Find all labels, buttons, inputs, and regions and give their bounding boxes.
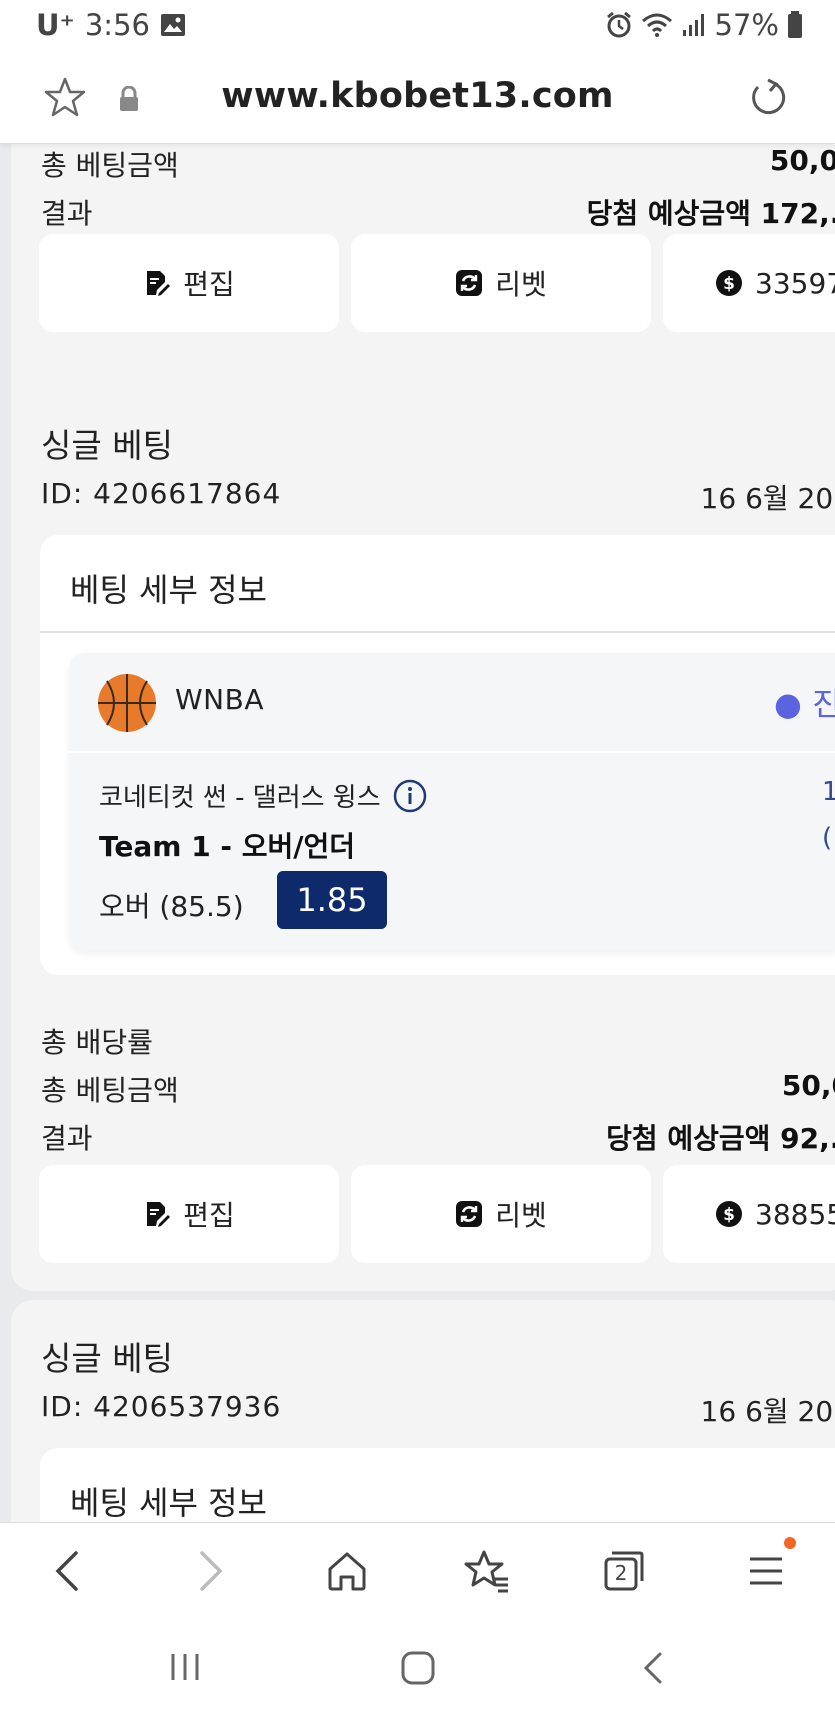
forward-icon[interactable]: [196, 1549, 226, 1593]
score-right-secondary: (: [822, 823, 833, 853]
divider: [40, 631, 835, 633]
odds-badge: 1.85: [277, 871, 387, 929]
bet-id: ID: 4206617864: [41, 477, 282, 510]
league-name: WNBA: [175, 683, 264, 716]
cashout-amount: 33597: [755, 266, 835, 300]
rebet-icon: [456, 270, 483, 296]
wifi-icon: [641, 13, 672, 37]
alarm-icon: [606, 11, 631, 38]
bet-details-header: 베팅 세부 정보: [70, 571, 267, 609]
svg-text:$: $: [723, 274, 735, 294]
cashout-button[interactable]: $ 33597: [663, 234, 835, 332]
match-teams: 코네티컷 썬 - 댈러스 윙스: [99, 777, 427, 814]
reload-icon[interactable]: [748, 78, 788, 118]
edit-label: 편집: [183, 268, 235, 301]
svg-text:$: $: [723, 1205, 735, 1225]
status-bar: U⁺ 3:56 57%: [0, 0, 835, 50]
clock: 3:56: [84, 8, 150, 42]
bet-date: 16 6월 202: [700, 482, 835, 515]
battery-icon: [788, 11, 802, 38]
back-icon[interactable]: [52, 1549, 82, 1593]
total-stake-value: 50,0: [769, 144, 835, 177]
gallery-icon: [160, 14, 185, 36]
system-navigation-bar: [0, 1620, 835, 1717]
info-icon[interactable]: [393, 779, 427, 813]
rebet-icon: [456, 1201, 483, 1227]
bet-details-panel: 베팅 세부 정보: [40, 1448, 835, 1522]
total-stake-value: 50,0: [781, 1069, 835, 1102]
bet-id: ID: 4206537936: [41, 1390, 282, 1423]
system-back-icon[interactable]: [640, 1650, 666, 1686]
rebet-button[interactable]: 리벳: [351, 1165, 651, 1263]
bet-card: 싱글 베팅 ID: 4206617864 16 6월 202 베팅 세부 정보 …: [11, 385, 835, 1291]
score-right: 1: [822, 777, 835, 807]
rebet-label: 리벳: [495, 268, 547, 301]
cashout-button[interactable]: $ 38855: [663, 1165, 835, 1263]
live-status: ● 진: [774, 685, 835, 723]
browser-toolbar: 2: [0, 1522, 835, 1620]
total-odds-label: 총 배당률: [41, 1026, 153, 1059]
selection-label: 오버 (85.5): [99, 890, 244, 923]
tabs-button[interactable]: 2: [602, 1549, 646, 1593]
rebet-button[interactable]: 리벳: [351, 234, 651, 332]
battery-percent: 57%: [714, 8, 779, 42]
total-stake-label: 총 베팅금액: [41, 1074, 179, 1107]
recent-apps-icon[interactable]: [168, 1650, 202, 1684]
dollar-icon: $: [716, 1201, 742, 1227]
bet-details-panel: 베팅 세부 정보 WNBA ● 진 코네티컷 썬 - 댈러스 윙스 Team 1…: [40, 535, 835, 975]
league-row: WNBA ● 진: [69, 653, 835, 753]
teams-label: 코네티컷 썬 - 댈러스 윙스: [99, 783, 381, 813]
home-icon[interactable]: [326, 1549, 368, 1593]
bet-details-header: 베팅 세부 정보: [70, 1484, 267, 1522]
bet-history-list: 총 베팅금액 50,0 결과 당첨 예상금액 172,.. 편집 리벳 $ 33…: [0, 144, 835, 1522]
menu-icon[interactable]: [746, 1549, 786, 1593]
carrier-label: U⁺: [36, 8, 75, 42]
tabs-count: 2: [614, 1561, 628, 1585]
cashout-amount: 38855: [755, 1197, 835, 1231]
bookmarks-icon[interactable]: [464, 1549, 510, 1593]
edit-label: 편집: [183, 1199, 235, 1232]
basketball-icon: [98, 674, 156, 732]
notification-dot: [784, 1537, 796, 1549]
bet-card: 싱글 베팅 ID: 4206537936 16 6월 202 베팅 세부 정보: [11, 1300, 835, 1522]
edit-icon: [147, 1202, 171, 1227]
rebet-label: 리벳: [495, 1199, 547, 1232]
edit-button[interactable]: 편집: [39, 1165, 339, 1263]
result-label: 결과: [41, 197, 93, 230]
bet-type-title: 싱글 베팅: [41, 426, 173, 465]
potential-win-value: 당첨 예상금액 172,..: [586, 197, 835, 230]
bet-type-title: 싱글 베팅: [41, 1339, 173, 1378]
result-label: 결과: [41, 1122, 93, 1155]
market-name: Team 1 - 오버/언더: [99, 830, 356, 863]
bet-event: WNBA ● 진 코네티컷 썬 - 댈러스 윙스 Team 1 - 오버/언더 …: [69, 653, 835, 951]
home-button-icon[interactable]: [400, 1650, 436, 1686]
bet-date: 16 6월 202: [700, 1395, 835, 1428]
potential-win-value: 당첨 예상금액 92,..: [606, 1122, 835, 1155]
url-text[interactable]: www.kbobet13.com: [0, 76, 835, 116]
dollar-icon: $: [716, 270, 742, 296]
browser-address-bar: www.kbobet13.com: [0, 50, 835, 144]
edit-button[interactable]: 편집: [39, 234, 339, 332]
signal-icon: [682, 14, 704, 36]
edit-icon: [147, 271, 171, 296]
total-stake-label: 총 베팅금액: [41, 149, 179, 182]
